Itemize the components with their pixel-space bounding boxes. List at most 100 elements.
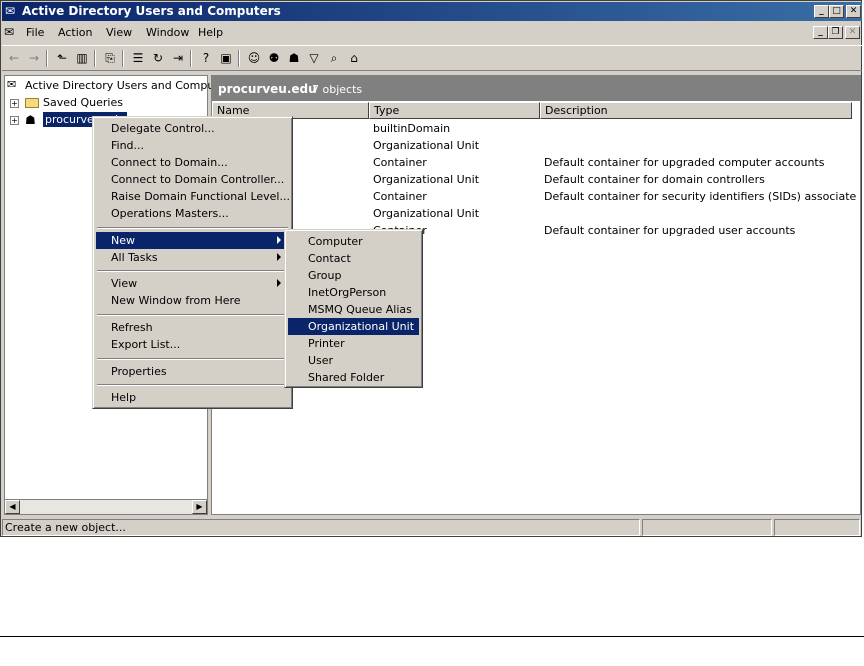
- menu-separator: [97, 227, 288, 229]
- table-row[interactable]: builtinDomain: [212, 120, 860, 137]
- tree-horizontal-scrollbar[interactable]: ◀ ▶: [4, 499, 208, 515]
- toolbar-separator: [238, 50, 240, 67]
- menu-raise-level[interactable]: Raise Domain Functional Level...: [96, 188, 290, 205]
- new-ou-icon[interactable]: ☗: [286, 50, 302, 66]
- back-arrow-icon[interactable]: ←: [6, 50, 22, 66]
- find-icon[interactable]: ⌕: [326, 50, 342, 66]
- toolbar-separator: [190, 50, 192, 67]
- cell-description: [544, 205, 856, 222]
- menu-help[interactable]: Help: [198, 26, 223, 39]
- up-folder-icon[interactable]: ⬑: [54, 50, 70, 66]
- menu-find[interactable]: Find...: [96, 137, 289, 154]
- export-icon[interactable]: ⇥: [170, 50, 186, 66]
- toolbar-separator: [46, 50, 48, 67]
- new-user-icon[interactable]: ☺: [246, 50, 262, 66]
- menu-view[interactable]: View: [96, 275, 289, 292]
- cell-type: Container: [373, 190, 427, 203]
- console-icon[interactable]: ▣: [218, 50, 234, 66]
- paste-icon[interactable]: ⎘: [102, 50, 118, 66]
- menu-operations-masters[interactable]: Operations Masters...: [96, 205, 289, 222]
- console-root-icon: ✉: [7, 78, 17, 91]
- submenu-item-organizational-unit[interactable]: Organizational Unit: [288, 318, 419, 335]
- toolbar-separator: [122, 50, 124, 67]
- properties-icon[interactable]: ☰: [130, 50, 146, 66]
- menu-connect-domain[interactable]: Connect to Domain...: [96, 154, 289, 171]
- menu-file[interactable]: File: [26, 26, 44, 39]
- column-description[interactable]: Description: [540, 102, 852, 119]
- tree-item-saved-queries[interactable]: + Saved Queries: [5, 95, 205, 111]
- submenu-arrow-icon: [277, 253, 281, 261]
- tree-root-label: Active Directory Users and Computer: [25, 79, 230, 92]
- table-row[interactable]: rollersOrganizational UnitDefault contai…: [212, 171, 860, 188]
- close-button[interactable]: ✕: [846, 5, 861, 18]
- details-header: procurveu.edu 7 objects: [212, 76, 860, 101]
- folder-icon: [25, 98, 39, 108]
- maximize-button[interactable]: □: [829, 5, 844, 18]
- window-title: Active Directory Users and Computers: [22, 4, 281, 18]
- menu-separator: [97, 358, 288, 360]
- cell-description: Default container for upgraded user acco…: [544, 224, 796, 237]
- menu-connect-dc[interactable]: Connect to Domain Controller...: [96, 171, 289, 188]
- submenu-item-inetorgperson[interactable]: InetOrgPerson: [288, 284, 419, 301]
- cell-description: [544, 120, 856, 137]
- page-rule: [0, 636, 864, 637]
- scroll-right-button[interactable]: ▶: [192, 500, 207, 514]
- menu-window[interactable]: Window: [146, 26, 189, 39]
- submenu-item-shared-folder[interactable]: Shared Folder: [288, 369, 419, 386]
- console-icon: ✉: [4, 25, 15, 39]
- menu-view[interactable]: View: [106, 26, 132, 39]
- submenu-item-msmq-queue-alias[interactable]: MSMQ Queue Alias: [288, 301, 419, 318]
- menu-separator: [97, 270, 288, 272]
- menu-delegate-control[interactable]: Delegate Control...: [96, 120, 289, 137]
- menu-bar: ✉ File Action View Window Help _ ❐ ✕: [2, 22, 862, 43]
- new-group-icon[interactable]: ⚉: [266, 50, 282, 66]
- menu-all-tasks[interactable]: All Tasks: [96, 249, 289, 266]
- menu-action[interactable]: Action: [58, 26, 92, 39]
- submenu-item-group[interactable]: Group: [288, 267, 419, 284]
- child-close-button[interactable]: ✕: [845, 26, 860, 39]
- filter-icon[interactable]: ▽: [306, 50, 322, 66]
- add-to-group-icon[interactable]: ⌂: [346, 50, 362, 66]
- object-count: 7 objects: [312, 83, 363, 96]
- minimize-button[interactable]: _: [814, 5, 829, 18]
- table-row[interactable]: CAsOrganizational Unit: [212, 205, 860, 222]
- forward-arrow-icon[interactable]: →: [26, 50, 42, 66]
- cell-description: Default container for domain controllers: [544, 173, 765, 186]
- domain-title: procurveu.edu: [218, 82, 317, 96]
- menu-separator: [97, 314, 288, 316]
- cell-type: builtinDomain: [373, 122, 451, 135]
- cell-description: Default container for upgraded computer …: [544, 156, 825, 169]
- column-type[interactable]: Type: [369, 102, 540, 119]
- menu-help[interactable]: Help: [96, 389, 289, 406]
- help-icon[interactable]: ?: [198, 50, 214, 66]
- submenu-arrow-icon: [277, 279, 281, 287]
- tree-item-label: Saved Queries: [43, 96, 123, 109]
- scroll-left-button[interactable]: ◀: [5, 500, 20, 514]
- refresh-icon[interactable]: ↻: [150, 50, 166, 66]
- submenu-item-printer[interactable]: Printer: [288, 335, 419, 352]
- table-row[interactable]: uthority Ser...Organizational Unit: [212, 137, 860, 154]
- table-row[interactable]: Container Default container for upgraded …: [212, 154, 860, 171]
- menu-new[interactable]: New: [96, 232, 289, 249]
- submenu-item-computer[interactable]: Computer: [288, 233, 419, 250]
- child-minimize-button[interactable]: _: [813, 26, 828, 39]
- toolbar: ← → ⬑ ▥ ⎘ ☰ ↻ ⇥ ? ▣ ☺ ⚉ ☗ ▽ ⌕ ⌂: [2, 45, 862, 71]
- cell-type: Organizational Unit: [373, 139, 480, 152]
- menu-refresh[interactable]: Refresh: [96, 319, 289, 336]
- menu-separator: [97, 384, 288, 386]
- child-restore-button[interactable]: ❐: [828, 26, 843, 39]
- table-row[interactable]: rityPrincipalsContainerDefault container…: [212, 188, 860, 205]
- show-tree-icon[interactable]: ▥: [74, 50, 90, 66]
- menu-properties[interactable]: Properties: [96, 363, 289, 380]
- cell-type: Organizational Unit: [373, 173, 480, 186]
- menu-export-list[interactable]: Export List...: [96, 336, 289, 353]
- submenu-item-user[interactable]: User: [288, 352, 419, 369]
- submenu-arrow-icon: [277, 236, 281, 244]
- title-bar: ✉ Active Directory Users and Computers _…: [2, 2, 862, 21]
- expand-icon[interactable]: +: [10, 99, 19, 108]
- expand-icon[interactable]: +: [10, 116, 19, 125]
- status-pane-2: [642, 519, 772, 536]
- menu-new-window[interactable]: New Window from Here: [96, 292, 289, 309]
- submenu-item-contact[interactable]: Contact: [288, 250, 419, 267]
- app-icon: ✉: [5, 4, 16, 18]
